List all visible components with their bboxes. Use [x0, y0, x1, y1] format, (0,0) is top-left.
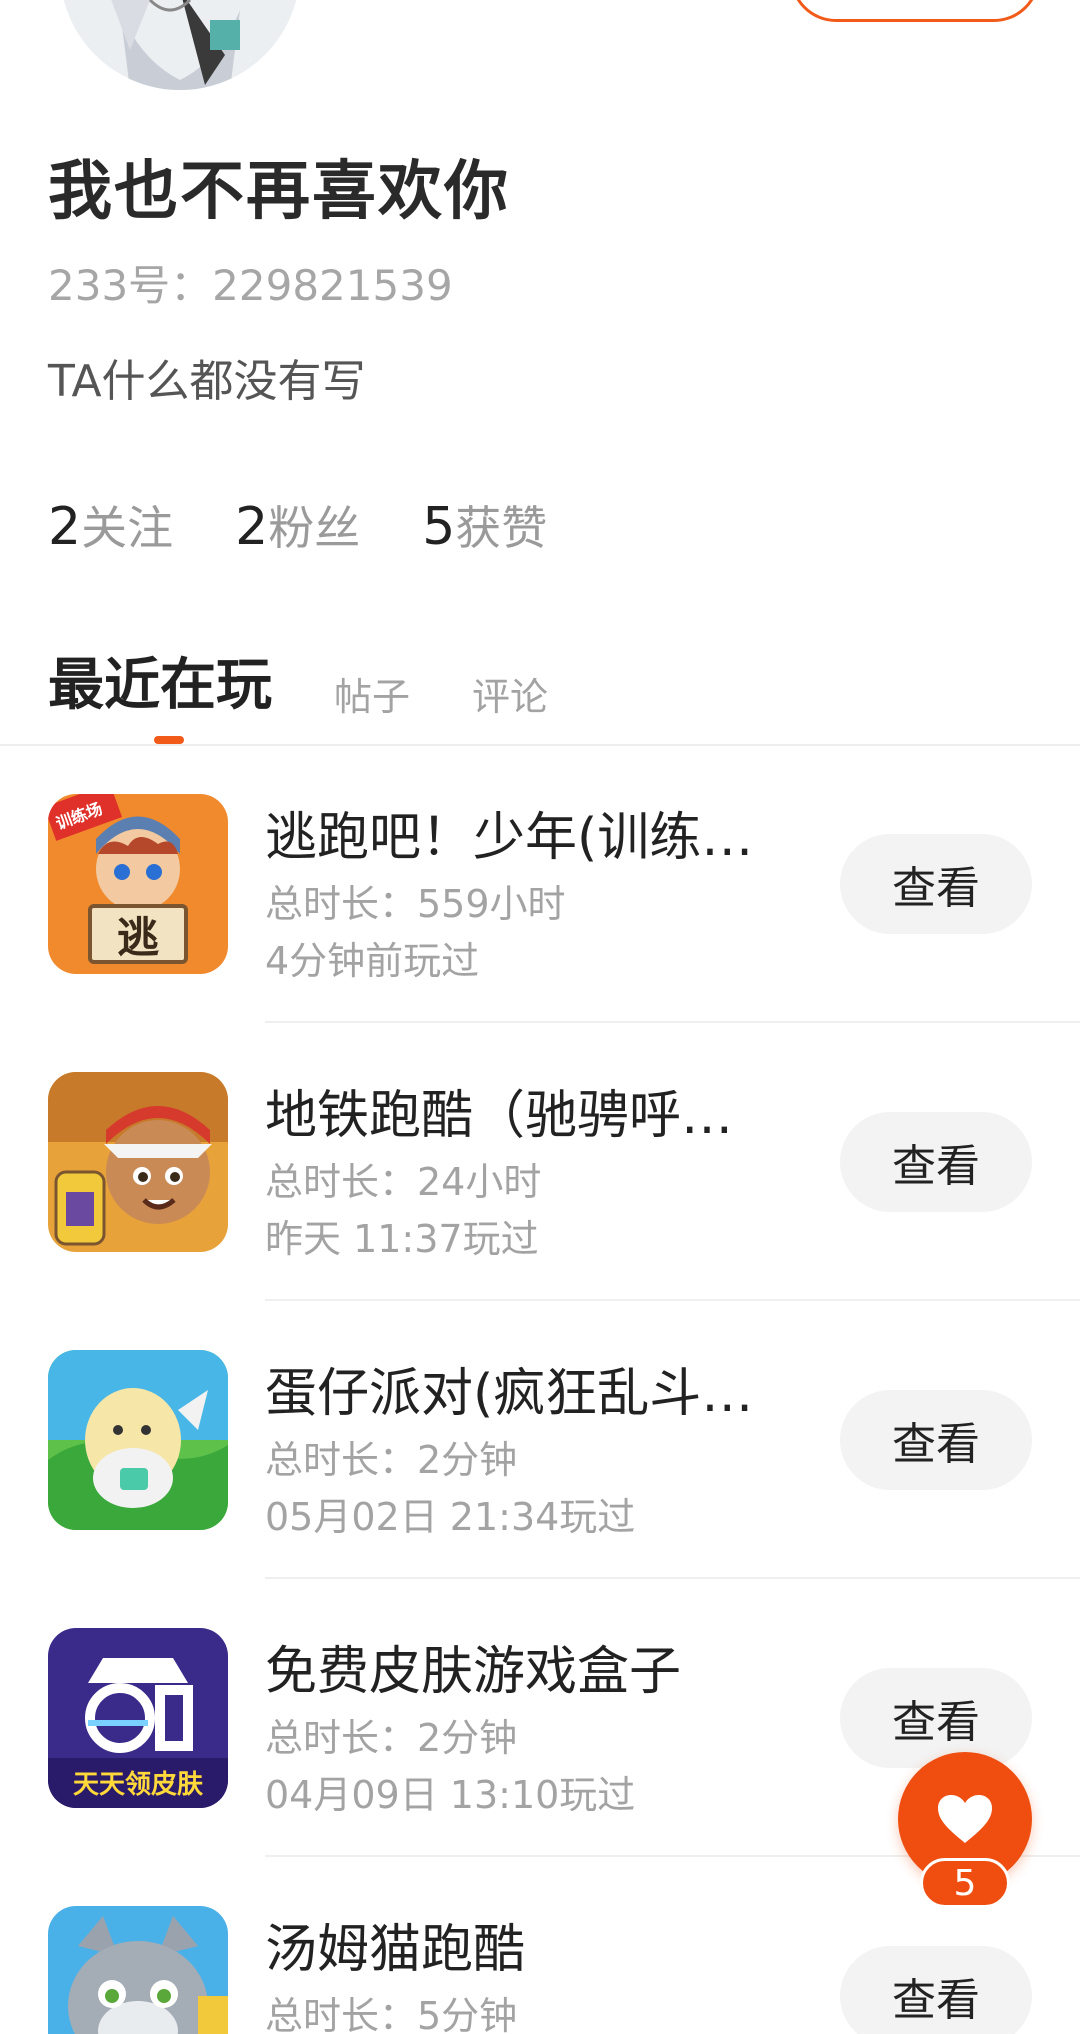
game-name: 逃跑吧！少年(训练… [265, 808, 754, 868]
eggy-party-icon [48, 1350, 228, 1530]
game-duration: 总时长：2分钟 [265, 1438, 518, 1482]
stat-likes-label: 获赞 [455, 501, 548, 555]
stat-followers-label: 粉丝 [268, 501, 361, 555]
like-count-badge: 5 [920, 1858, 1010, 1908]
list-item[interactable]: 蛋仔派对(疯狂乱斗… 总时长：2分钟 05月02日 21:34玩过 查看 [0, 1301, 1080, 1579]
stat-following-count: 2 [48, 497, 82, 557]
game-last-played: 05月02日 21:34玩过 [265, 1495, 636, 1539]
game-duration: 总时长：559小时 [265, 882, 566, 926]
stat-following[interactable]: 2 关注 [48, 492, 173, 558]
game-last-played: 4分钟前玩过 [265, 939, 480, 983]
follow-button[interactable] [790, 0, 1040, 22]
stat-likes-count: 5 [422, 497, 456, 557]
list-item[interactable]: 逃 训练场 逃跑吧！少年(训练… 总时长：559小时 4分钟前玩过 查看 [0, 745, 1080, 1023]
profile-bio: TA什么都没有写 [48, 356, 366, 407]
list-item[interactable]: 汤姆猫跑酷 总时长：5分钟 查看 [0, 1857, 1080, 2034]
tab-recently-played[interactable]: 最近在玩 [48, 640, 272, 721]
skin-box-icon-text: 天天领皮肤 [73, 1769, 204, 1800]
game-name: 汤姆猫跑酷 [265, 1920, 526, 1980]
avatar[interactable] [60, 0, 300, 90]
tab-active-indicator [154, 736, 184, 744]
list-item[interactable]: 地铁跑酷（驰骋呼… 总时长：24小时 昨天 11:37玩过 查看 [0, 1023, 1080, 1301]
game-duration: 总时长：24小时 [265, 1160, 542, 1204]
game-name: 蛋仔派对(疯狂乱斗… [265, 1364, 754, 1424]
escape-game-icon: 逃 训练场 [48, 794, 228, 974]
view-button[interactable]: 查看 [840, 1946, 1032, 2034]
game-last-played: 04月09日 13:10玩过 [265, 1773, 636, 1817]
game-duration: 总时长：5分钟 [265, 1994, 518, 2034]
view-button[interactable]: 查看 [840, 1668, 1032, 1768]
stat-followers-count: 2 [235, 497, 269, 557]
tab-posts[interactable]: 帖子 [334, 666, 410, 721]
profile-username: 我也不再喜欢你 [48, 155, 510, 229]
stat-following-label: 关注 [81, 501, 174, 555]
tom-cat-icon [48, 1906, 228, 2034]
game-name: 地铁跑酷（驰骋呼… [265, 1086, 734, 1146]
view-button[interactable]: 查看 [840, 834, 1032, 934]
subway-surfers-icon [48, 1072, 228, 1252]
profile-uid: 233号：229821539 [48, 261, 453, 310]
view-button[interactable]: 查看 [840, 1390, 1032, 1490]
escape-game-icon-text: 逃 [117, 913, 159, 962]
stat-likes[interactable]: 5 获赞 [422, 492, 547, 558]
view-button[interactable]: 查看 [840, 1112, 1032, 1212]
skin-box-icon: 天天领皮肤 [48, 1628, 228, 1808]
game-name: 免费皮肤游戏盒子 [265, 1642, 682, 1702]
tab-comments[interactable]: 评论 [472, 666, 548, 721]
game-duration: 总时长：2分钟 [265, 1716, 518, 1760]
profile-tabs: 最近在玩 帖子 评论 [48, 640, 610, 721]
game-last-played: 昨天 11:37玩过 [265, 1217, 539, 1261]
stat-followers[interactable]: 2 粉丝 [235, 492, 360, 558]
heart-icon [938, 1795, 992, 1843]
profile-stats: 2 关注 2 粉丝 5 获赞 [48, 492, 547, 558]
